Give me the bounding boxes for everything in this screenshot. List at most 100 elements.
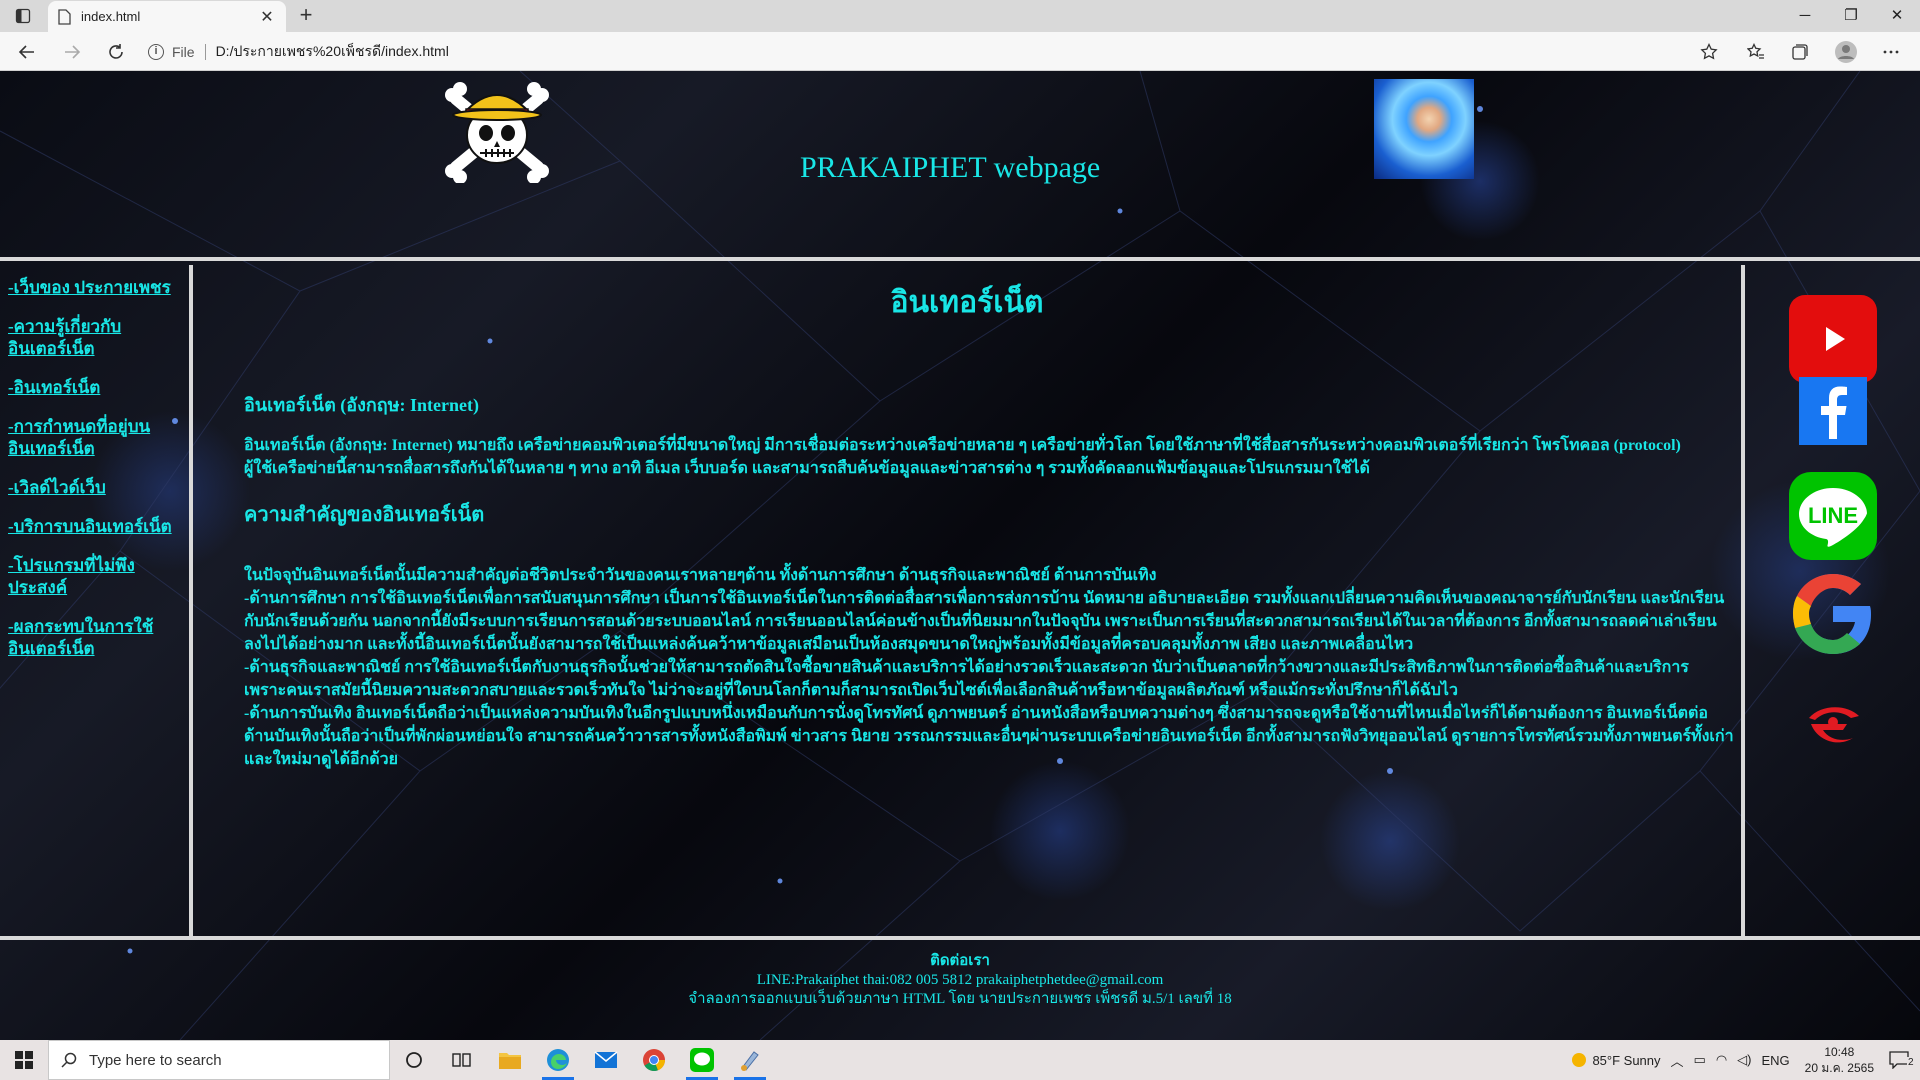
notification-center-icon[interactable]: 2 [1889, 1049, 1915, 1071]
network-icon[interactable]: ◠ [1716, 1052, 1727, 1068]
favorites-button[interactable] [1741, 37, 1771, 67]
chrome-icon [643, 1049, 666, 1072]
address-divider [204, 43, 206, 60]
back-arrow-icon [18, 45, 34, 59]
tab-strip: index.html ✕ + ─ ❐ ✕ [0, 0, 1920, 32]
more-dots-icon [1883, 50, 1899, 54]
weather-sun-icon [1572, 1053, 1587, 1067]
sidebar-item-internet-knowledge[interactable]: -ความรู้เกี่ยวกับ อินเตอร์เน็ต [8, 316, 181, 360]
facebook-icon [1821, 386, 1847, 439]
footer-credit: จำลองการออกแบบเว็บด้วยภาษา HTML โดย นายป… [688, 991, 1232, 1007]
intro-heading: อินเทอร์เน็ต (อังกฤษ: Internet) [244, 395, 479, 415]
sidebar-item-addressing[interactable]: -การกำหนดที่อยู่บน อินเทอร์เน็ต [8, 416, 181, 460]
new-tab-button[interactable]: + [292, 3, 320, 29]
site-info-icon[interactable]: i [148, 43, 164, 60]
refresh-button[interactable] [101, 37, 131, 67]
system-tray: 85°F Sunny ︿ ▭ ◠ ◁) ENG 10:48 20 ม.ค. 25… [1571, 1040, 1920, 1080]
profile-button[interactable] [1831, 37, 1861, 67]
file-explorer-taskbar-button[interactable] [486, 1040, 534, 1080]
importance-paragraph: ในปัจจุบันอินเทอร์เน็ตนั้นมีความสำคัญต่อ… [244, 564, 1734, 771]
address-bar[interactable]: i File D:/ประกายเพชร%20เพ็ชรดี/index.htm… [148, 36, 1712, 67]
mail-icon [594, 1051, 618, 1068]
sidebar-item-malware[interactable]: -โปรแกรมที่ไม่พึง ประสงค์ [8, 555, 181, 599]
clock-time: 10:48 [1824, 1045, 1855, 1059]
tab-actions-icon [15, 8, 31, 24]
weather-text[interactable]: 85°F Sunny [1592, 1053, 1660, 1068]
sidebar-nav: -เว็บของ ประกายเพชร -ความรู้เกี่ยวกับ อิ… [0, 265, 193, 936]
importance-line: -ด้านธุรกิจและพาณิชย์ การใช้อินเทอร์เน็ต… [244, 659, 1689, 699]
footer-title: ติดต่อเรา [930, 953, 990, 969]
site-footer: ติดต่อเรา LINE:Prakaiphet thai:082 005 5… [0, 936, 1920, 1040]
web-page: PRAKAIPHET webpage -เว็บของ ประกายเพชร -… [0, 71, 1920, 1040]
site-title: PRAKAIPHET webpage [800, 151, 1101, 184]
refresh-icon [109, 44, 123, 59]
google-link[interactable] [1789, 570, 1877, 658]
collections-icon [1792, 44, 1808, 60]
windows-taskbar: Type here to search 85°F Sunny ︿ ▭ ◠ ◁) … [0, 1040, 1920, 1080]
profile-avatar-icon [1835, 41, 1857, 63]
line-taskbar-button[interactable] [678, 1040, 726, 1080]
edge-taskbar-button[interactable] [534, 1040, 582, 1080]
sidebar-item-impacts[interactable]: -ผลกระทบในการใช้ อินเตอร์เน็ต [8, 616, 181, 660]
social-links: LINE [1749, 265, 1920, 936]
task-view-button[interactable] [438, 1040, 486, 1080]
straw-hat-jolly-roger-logo [445, 82, 549, 183]
chrome-taskbar-button[interactable] [630, 1040, 678, 1080]
clock-date: 20 ม.ค. 2565 [1804, 1061, 1874, 1075]
garena-link[interactable] [1803, 702, 1863, 752]
notification-bubble-icon [1889, 1051, 1909, 1069]
youtube-link[interactable] [1789, 295, 1877, 383]
sidebar-item-internet[interactable]: -อินเทอร์เน็ต [8, 377, 181, 399]
facebook-link[interactable] [1799, 377, 1867, 445]
line-app-icon [690, 1048, 714, 1072]
edge-icon [547, 1049, 569, 1071]
taskbar-search-input[interactable]: Type here to search [48, 1040, 390, 1080]
folder-icon [499, 1053, 521, 1069]
site-header: PRAKAIPHET webpage [0, 71, 1920, 261]
paint-brush-icon [741, 1051, 759, 1071]
importance-heading: ความสำคัญของอินเทอร์เน็ต [244, 504, 485, 526]
search-icon [61, 1052, 77, 1068]
line-link[interactable]: LINE [1789, 472, 1877, 560]
tab-index[interactable]: index.html ✕ [48, 1, 286, 32]
settings-more-button[interactable] [1876, 37, 1906, 67]
windows-logo-icon [15, 1051, 33, 1069]
forward-button[interactable] [57, 37, 87, 67]
sidebar-item-www[interactable]: -เวิลด์ไวด์เว็บ [8, 477, 181, 499]
close-window-button[interactable]: ✕ [1874, 0, 1920, 32]
sidebar-item-home[interactable]: -เว็บของ ประกายเพชร [8, 277, 181, 299]
paint-taskbar-button[interactable] [726, 1040, 774, 1080]
line-label: LINE [1807, 503, 1859, 528]
cortana-button[interactable] [390, 1040, 438, 1080]
address-url[interactable]: D:/ประกายเพชร%20เพ็ชรดี/index.html [216, 41, 449, 63]
address-scheme: File [172, 43, 195, 60]
meet-now-icon[interactable]: ▭ [1694, 1052, 1706, 1068]
main-content: อินเทอร์เน็ต อินเทอร์เน็ต (อังกฤษ: Inter… [193, 265, 1745, 936]
notification-count: 2 [1907, 1057, 1915, 1068]
sidebar-item-services[interactable]: -บริการบนอินเทอร์เน็ต [8, 516, 181, 538]
minimize-button[interactable]: ─ [1782, 0, 1828, 32]
tab-actions-button[interactable] [0, 0, 46, 32]
start-button[interactable] [0, 1040, 48, 1080]
mail-taskbar-button[interactable] [582, 1040, 630, 1080]
google-g-icon [1793, 574, 1871, 654]
page-icon [58, 8, 71, 25]
cortana-circle-icon [406, 1052, 422, 1068]
tab-close-icon[interactable]: ✕ [258, 7, 276, 27]
goku-image [1374, 79, 1474, 179]
add-favorite-button[interactable] [1694, 37, 1724, 67]
youtube-play-icon [1826, 327, 1845, 351]
intro-paragraph: อินเทอร์เน็ต (อังกฤษ: Internet) หมายถึง … [244, 437, 1681, 477]
star-add-icon [1700, 43, 1718, 60]
restore-button[interactable]: ❐ [1828, 0, 1874, 32]
browser-toolbar: i File D:/ประกายเพชร%20เพ็ชรดี/index.htm… [0, 32, 1920, 71]
importance-line: -ด้านการศึกษา การใช้อินเทอร์เน็ตเพื่อการ… [244, 590, 1725, 653]
volume-icon[interactable]: ◁) [1737, 1052, 1751, 1068]
back-button[interactable] [12, 37, 42, 67]
tray-chevron-up-icon[interactable]: ︿ [1671, 1051, 1684, 1070]
clock[interactable]: 10:48 20 ม.ค. 2565 [1805, 1044, 1874, 1076]
language-indicator[interactable]: ENG [1762, 1053, 1790, 1068]
page-heading: อินเทอร์เน็ต [890, 286, 1044, 319]
importance-line: -ด้านการบันเทิง อินเทอร์เน็ตถือว่าเป็นแห… [244, 705, 1734, 768]
collections-button[interactable] [1785, 37, 1815, 67]
